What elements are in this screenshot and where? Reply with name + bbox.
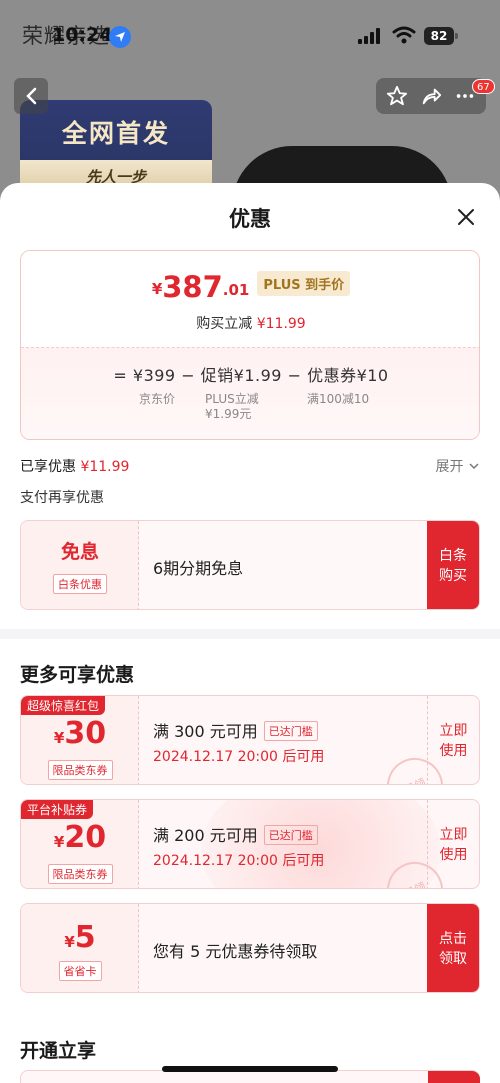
- sheet-title: 优惠: [229, 207, 271, 231]
- more-offers-title: 更多可享优惠: [20, 664, 135, 686]
- instant-label: 购买立减: [196, 316, 253, 332]
- label-plus-discount: PLUS立减 ¥1.99元: [205, 392, 259, 422]
- coupon-left: ¥20 限品类东券 平台补贴券: [21, 800, 139, 888]
- label-plus-line1: PLUS立减: [205, 392, 259, 406]
- coupon-card[interactable]: ¥30 限品类东券 超级惊喜红包 满 300 元可用 已达门槛 2024.12.1…: [20, 695, 480, 785]
- chevron-left-icon: [26, 87, 37, 105]
- coupon-flag: 超级惊喜红包: [21, 696, 106, 715]
- baitiao-btn-line2: 购买: [439, 568, 467, 584]
- status-time: 10:24: [52, 24, 113, 46]
- use-btn-line2: 使用: [439, 847, 468, 863]
- price-formula: = ¥399 − 促销¥1.99 − 优惠券¥10: [113, 366, 389, 385]
- open-membership-title: 开通立享: [20, 1040, 97, 1062]
- baitiao-left: 免息 白条优惠: [21, 521, 139, 609]
- coupon-valid-time: 2024.12.17 20:00 后可用: [153, 853, 325, 869]
- enjoyed-value: ¥11.99: [80, 459, 130, 475]
- coupon-yen: ¥: [53, 729, 65, 747]
- section-divider: [0, 629, 500, 639]
- coupon-condition: 满 200 元可用 已达门槛: [153, 822, 318, 846]
- coupon-condition: 满 300 元可用 已达门槛: [153, 718, 318, 742]
- coupon-left: ¥30 限品类东券 超级惊喜红包: [21, 696, 139, 784]
- coupon-value: 20: [64, 820, 107, 855]
- message-badge: 67: [472, 79, 495, 94]
- coupon-valid-time: 2024.12.17 20:00 后可用: [153, 749, 325, 765]
- expand-toggle[interactable]: 展开: [436, 456, 480, 476]
- use-btn-line1: 立即: [439, 827, 468, 843]
- claim-button[interactable]: 点击 领取: [427, 904, 479, 992]
- baitiao-title: 免息: [60, 541, 99, 563]
- use-btn-line1: 立即: [439, 723, 468, 739]
- saving-card-offer[interactable]: ¥5 省省卡 您有 5 元优惠券待领取 点击领取: [20, 903, 480, 993]
- price-decimal: .01: [222, 281, 250, 299]
- star-icon[interactable]: [386, 85, 408, 107]
- coupon-yen: ¥: [53, 833, 65, 851]
- label-coupon: 满100减10: [307, 392, 370, 406]
- instant-value: ¥11.99: [256, 316, 306, 332]
- baitiao-tag: 白条优惠: [53, 574, 107, 594]
- claim-btn-line1: 点击: [439, 931, 467, 947]
- enjoyed-label: 已享优惠: [20, 459, 76, 475]
- wifi-icon: [392, 26, 416, 44]
- home-indicator[interactable]: [162, 1066, 338, 1072]
- status-bar: 荣耀亲选 10:24 82: [0, 0, 500, 70]
- header-actions: [376, 78, 486, 114]
- baitiao-btn-line1: 白条: [439, 548, 467, 564]
- instant-discount-row: 购买立减 ¥11.99: [21, 313, 479, 333]
- saving-card-left: ¥5 省省卡: [21, 904, 139, 992]
- label-plus-line2: ¥1.99元: [205, 407, 252, 421]
- baitiao-buy-button[interactable]: 白条 购买: [427, 521, 479, 609]
- price-formula-section: = ¥399 − 促销¥1.99 − 优惠券¥10 京东价 PLUS立减 ¥1.…: [21, 347, 479, 439]
- price-currency: ¥: [151, 280, 163, 298]
- use-now-button[interactable]: 立即 使用: [427, 800, 479, 888]
- final-price-row: ¥ 387 .01 PLUS 到手价: [21, 270, 479, 304]
- membership-card-button[interactable]: [428, 1071, 480, 1083]
- claim-btn-line2: 领取: [439, 951, 467, 967]
- coupon-flag: 平台补贴券: [21, 800, 94, 819]
- saving-value: 5: [74, 920, 96, 955]
- promo-title: 全网首发: [61, 119, 170, 148]
- price-top: ¥ 387 .01 PLUS 到手价 购买立减 ¥11.99: [21, 251, 479, 347]
- coupon-card[interactable]: ¥20 限品类东券 平台补贴券 满 200 元可用 已达门槛 2024.12.17…: [20, 799, 480, 889]
- plus-price-tag: PLUS 到手价: [257, 271, 351, 296]
- price-breakdown-card: ¥ 387 .01 PLUS 到手价 购买立减 ¥11.99 = ¥399 − …: [20, 250, 480, 440]
- saving-card-tag: 省省卡: [58, 961, 102, 981]
- discount-sheet: 优惠 ¥ 387 .01 PLUS 到手价 购买立减 ¥11.99 = ¥399…: [0, 183, 500, 1083]
- coupon-type-tag: 限品类东券: [47, 864, 113, 884]
- threshold-reached-tag: 已达门槛: [263, 825, 318, 845]
- expand-label: 展开: [435, 459, 464, 475]
- price-main: 387: [162, 270, 223, 304]
- coupon-amount: ¥30: [21, 716, 139, 751]
- saving-card-text: 您有 5 元优惠券待领取: [153, 942, 318, 961]
- battery-tip: [455, 33, 458, 39]
- close-icon[interactable]: [454, 205, 478, 229]
- coupon-value: 30: [64, 716, 107, 751]
- location-arrow-icon: [109, 26, 131, 48]
- use-now-button[interactable]: 立即 使用: [427, 696, 479, 784]
- share-icon[interactable]: [420, 85, 442, 107]
- enjoyed-discount-row: 已享优惠 ¥11.99 展开: [20, 456, 480, 476]
- back-button[interactable]: [14, 78, 48, 114]
- label-jd-price: 京东价: [139, 392, 176, 406]
- battery-level: 82: [424, 27, 454, 45]
- chevron-down-icon: [469, 463, 479, 470]
- threshold-reached-tag: 已达门槛: [263, 721, 318, 741]
- saving-amount: ¥5: [21, 920, 139, 955]
- pay-more-label: 支付再享优惠: [20, 490, 104, 506]
- baitiao-text: 6期分期免息: [153, 559, 244, 578]
- baitiao-offer-card[interactable]: 免息 白条优惠 6期分期免息 白条 购买: [20, 520, 480, 610]
- saving-yen: ¥: [64, 933, 75, 951]
- coupon-condition-text: 满 300 元可用: [153, 722, 258, 741]
- use-btn-line2: 使用: [439, 743, 468, 759]
- coupon-amount: ¥20: [21, 820, 139, 855]
- coupon-condition-text: 满 200 元可用: [153, 826, 258, 845]
- cellular-signal-icon: [358, 28, 380, 44]
- coupon-type-tag: 限品类东券: [47, 760, 113, 780]
